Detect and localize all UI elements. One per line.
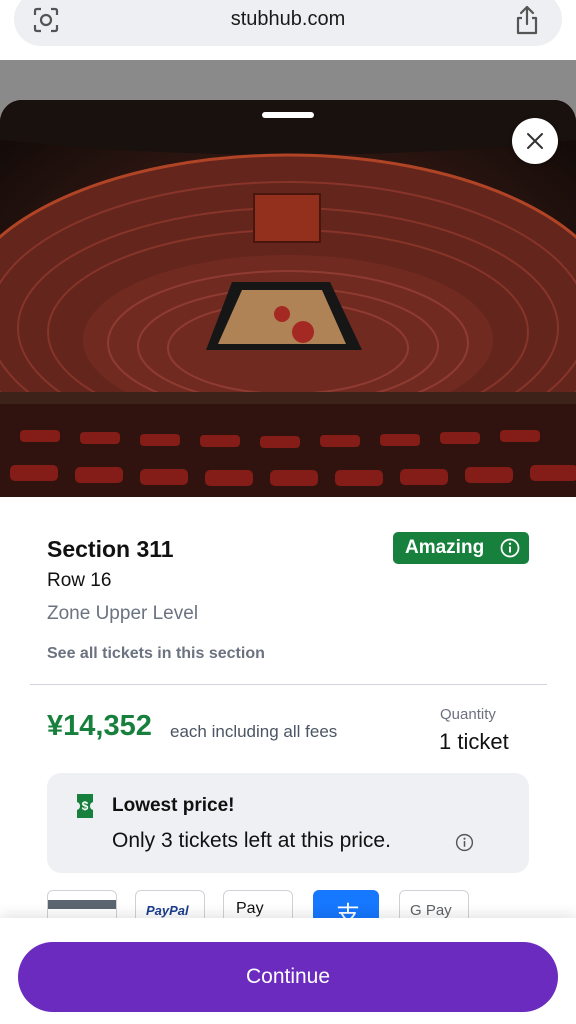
payment-methods: PayPal Pay 支 G Pay [0,890,576,920]
alipay-label: 支 [336,902,360,920]
card-payment-icon [47,890,117,920]
url-text[interactable]: stubhub.com [0,8,576,31]
price-note: each including all fees [170,722,338,741]
deal-rating-badge[interactable]: Amazing [393,532,529,564]
google-pay-label: G Pay [410,902,452,919]
listing-sheet: Section 311 Amazing Row 16 Zone Upper Le… [0,100,576,1024]
sheet-grabber[interactable] [262,112,314,118]
info-icon [500,538,520,558]
alipay-icon: 支 [313,890,379,920]
share-icon[interactable] [512,4,542,36]
lowest-price-notice: $ Lowest price! Only 3 tickets left at t… [47,773,529,873]
deal-rating-label: Amazing [405,537,485,558]
close-icon [527,133,543,149]
section-title: Section 311 [47,536,174,562]
sheet-footer: Continue [0,918,576,1024]
browser-address-bar: stubhub.com [0,0,576,60]
apple-pay-label: Pay [236,900,264,917]
quantity-value[interactable]: 1 ticket [439,729,509,755]
ticket-dollar-icon: $ [77,794,93,818]
quantity-label: Quantity [440,706,496,723]
zone-label: Zone Upper Level [47,603,199,624]
close-button[interactable] [512,118,558,164]
google-pay-icon: G Pay [399,890,469,920]
notice-title: Lowest price! [112,795,235,816]
row-label: Row 16 [47,570,112,591]
arena-view-image [0,100,576,497]
divider [30,684,547,685]
see-all-tickets-link[interactable]: See all tickets in this section [47,645,265,663]
svg-text:$: $ [82,799,89,813]
paypal-label: PayPal [146,903,189,918]
paypal-icon: PayPal [135,890,205,920]
notice-text: Only 3 tickets left at this price. [112,829,391,852]
apple-pay-icon: Pay [223,890,293,920]
ticket-price: ¥14,352 [47,710,152,742]
continue-button[interactable]: Continue [18,942,558,1012]
info-icon[interactable] [455,833,474,852]
